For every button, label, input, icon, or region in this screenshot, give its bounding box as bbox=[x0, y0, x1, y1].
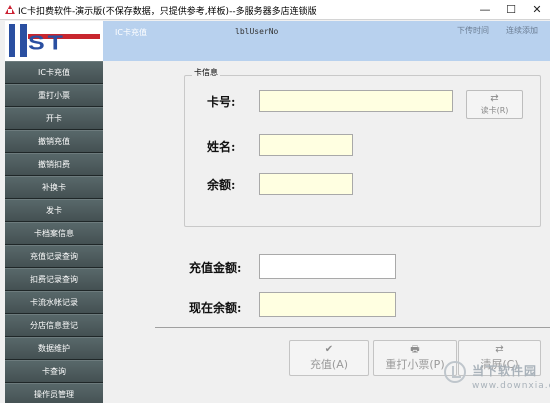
swap-icon: ⇄ bbox=[495, 344, 504, 355]
sidebar-item-reprint[interactable]: 重打小票 bbox=[5, 84, 103, 107]
header-band: IC卡充值 lblUserNo 下传时间 连续添加 bbox=[103, 21, 550, 61]
sidebar-item-replace-card[interactable]: 补换卡 bbox=[5, 176, 103, 199]
sidebar-item-cancel-charge[interactable]: 撤销扣费 bbox=[5, 153, 103, 176]
maximize-button[interactable]: ☐ bbox=[498, 0, 524, 20]
reprint-button-label: 重打小票(P) bbox=[385, 358, 445, 371]
sidebar-item-data-maintenance[interactable]: 数据维护 bbox=[5, 337, 103, 360]
sidebar-item-card-query[interactable]: 卡查询 bbox=[5, 360, 103, 383]
printer-icon: 🖶 bbox=[410, 344, 420, 355]
read-card-label: 读卡(R) bbox=[480, 106, 509, 115]
check-icon: ✔ bbox=[324, 344, 334, 355]
close-button[interactable]: ✕ bbox=[524, 0, 550, 20]
recharge-amount-input[interactable] bbox=[259, 254, 396, 279]
sidebar-item-open-card[interactable]: 开卡 bbox=[5, 107, 103, 130]
current-balance-label: 现在余额: bbox=[189, 301, 242, 315]
balance-field[interactable] bbox=[259, 173, 353, 195]
minimize-button[interactable]: — bbox=[472, 0, 498, 20]
divider bbox=[155, 327, 550, 328]
sidebar-item-recharge-query[interactable]: 充值记录查询 bbox=[5, 245, 103, 268]
sidebar-item-issue-card[interactable]: 发卡 bbox=[5, 199, 103, 222]
balance-label: 余额: bbox=[207, 178, 236, 192]
logo-text: ST bbox=[28, 31, 66, 55]
logo-mark-icon bbox=[9, 24, 27, 57]
watermark-line1: 当下软件园 bbox=[472, 364, 538, 378]
header-section-title: IC卡充值 bbox=[115, 28, 147, 37]
header-user-label: lblUserNo bbox=[235, 27, 279, 36]
recharge-amount-label: 充值金额: bbox=[189, 261, 242, 275]
card-info-group-title: 卡信息 bbox=[192, 67, 220, 78]
sidebar-item-cancel-recharge[interactable]: 撤销充值 bbox=[5, 130, 103, 153]
sidebar-item-card-ledger[interactable]: 卡流水帐记录 bbox=[5, 291, 103, 314]
main-panel: 卡信息 卡号: ⇄ 读卡(R) 姓名: 余额: 充值金额: 现在余额: ✔ 充值… bbox=[103, 61, 550, 403]
current-balance-field bbox=[259, 292, 396, 317]
sidebar: IC卡充值 重打小票 开卡 撤销充值 撤销扣费 补换卡 发卡 卡档案信息 充值记… bbox=[5, 61, 103, 403]
watermark: 当下软件园 www.downxia.com bbox=[438, 359, 550, 399]
watermark-logo-icon bbox=[444, 361, 466, 383]
title-bar: IC卡扣费软件-演示版(不保存数据，只提供参考,样板)--多服务器多店连锁版 —… bbox=[0, 0, 550, 20]
recharge-button-label: 充值(A) bbox=[309, 358, 349, 371]
sidebar-item-ic-recharge[interactable]: IC卡充值 bbox=[5, 61, 103, 84]
name-label: 姓名: bbox=[207, 140, 236, 154]
app-icon bbox=[5, 5, 15, 14]
sidebar-item-card-archive[interactable]: 卡档案信息 bbox=[5, 222, 103, 245]
sidebar-item-branch-register[interactable]: 分店信息登记 bbox=[5, 314, 103, 337]
recharge-button[interactable]: ✔ 充值(A) bbox=[289, 340, 369, 376]
read-card-icon: ⇄ bbox=[490, 93, 499, 104]
name-field[interactable] bbox=[259, 134, 353, 156]
sidebar-item-operator-manage[interactable]: 操作员管理 bbox=[5, 383, 103, 403]
card-number-label: 卡号: bbox=[207, 95, 236, 109]
upload-time-link[interactable]: 下传时间 bbox=[457, 25, 489, 36]
watermark-line2: www.downxia.com bbox=[472, 381, 550, 391]
read-card-button[interactable]: ⇄ 读卡(R) bbox=[466, 90, 523, 119]
continuous-add-link[interactable]: 连续添加 bbox=[506, 25, 538, 36]
logo: ST bbox=[5, 21, 103, 61]
card-number-field[interactable] bbox=[259, 90, 453, 112]
sidebar-item-charge-query[interactable]: 扣费记录查询 bbox=[5, 268, 103, 291]
window-title: IC卡扣费软件-演示版(不保存数据，只提供参考,样板)--多服务器多店连锁版 bbox=[18, 7, 317, 17]
